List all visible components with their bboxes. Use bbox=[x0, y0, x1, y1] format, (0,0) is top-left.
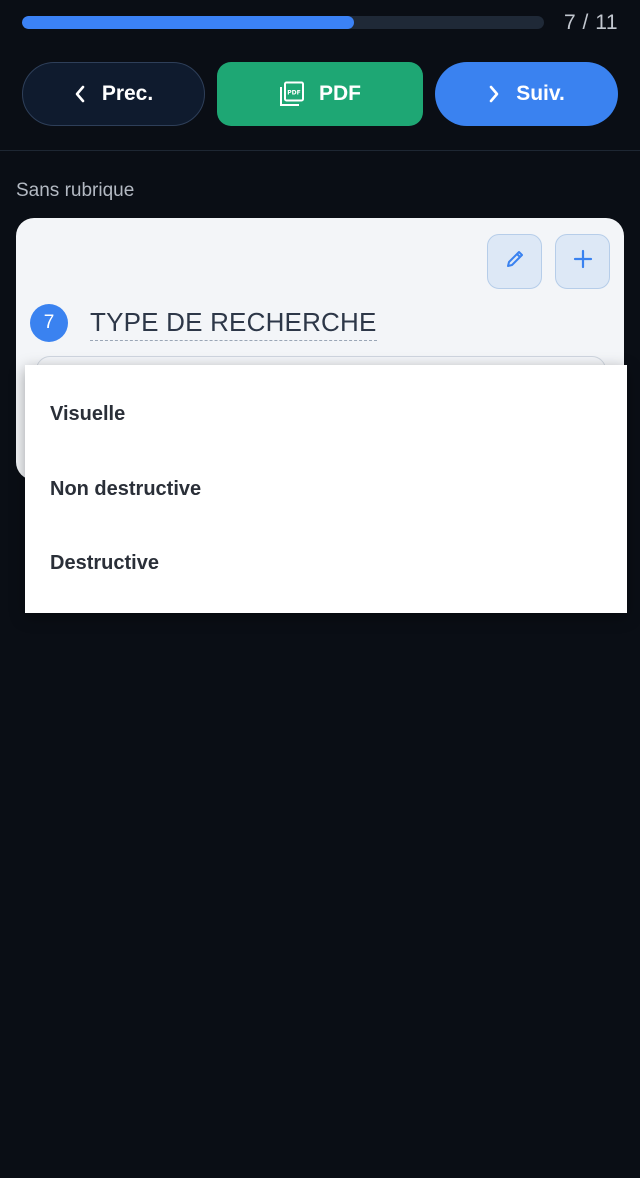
answer-dropdown: Visuelle Non destructive Destructive bbox=[25, 365, 627, 613]
screen: 7 / 11 Prec. PDF PDF Suiv. Sans rubrique bbox=[0, 0, 640, 1178]
pencil-icon bbox=[504, 248, 526, 275]
dropdown-option-visuelle[interactable]: Visuelle bbox=[50, 403, 125, 426]
prev-button[interactable]: Prec. bbox=[22, 62, 205, 126]
next-button-label: Suiv. bbox=[516, 82, 565, 105]
add-button[interactable] bbox=[555, 234, 610, 289]
prev-button-label: Prec. bbox=[101, 82, 154, 105]
dropdown-option-destructive[interactable]: Destructive bbox=[50, 552, 159, 575]
pdf-file-icon: PDF bbox=[279, 81, 305, 107]
question-title[interactable]: TYPE DE RECHERCHE bbox=[90, 307, 377, 341]
pdf-button[interactable]: PDF PDF bbox=[217, 62, 423, 126]
edit-button[interactable] bbox=[487, 234, 542, 289]
next-button[interactable]: Suiv. bbox=[435, 62, 618, 126]
progress-counter: 7 / 11 bbox=[564, 11, 618, 34]
chevron-left-icon bbox=[74, 85, 86, 103]
chevron-right-icon bbox=[488, 85, 500, 103]
plus-icon bbox=[573, 249, 593, 274]
header-divider bbox=[0, 150, 640, 151]
progress-bar bbox=[22, 16, 544, 29]
svg-text:PDF: PDF bbox=[287, 90, 300, 97]
pdf-button-label: PDF bbox=[319, 82, 361, 105]
progress-fill bbox=[22, 16, 354, 29]
dropdown-option-non-destructive[interactable]: Non destructive bbox=[50, 478, 201, 501]
question-number-badge: 7 bbox=[30, 304, 68, 342]
section-label: Sans rubrique bbox=[16, 180, 135, 201]
